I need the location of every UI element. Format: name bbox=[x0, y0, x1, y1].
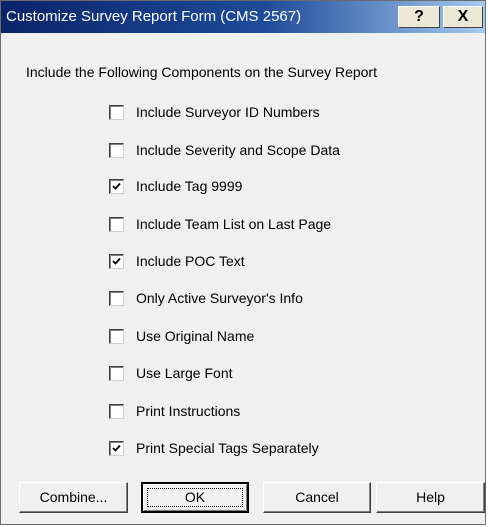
checkbox[interactable] bbox=[109, 403, 124, 419]
help-title-button[interactable]: ? bbox=[398, 6, 440, 28]
option-use-large-font[interactable]: Use Large Font bbox=[109, 363, 233, 383]
option-label: Use Original Name bbox=[136, 328, 255, 344]
option-label: Print Special Tags Separately bbox=[136, 440, 319, 456]
ok-button[interactable]: OK bbox=[141, 482, 249, 513]
checkbox[interactable] bbox=[109, 178, 124, 194]
option-label: Only Active Surveyor's Info bbox=[136, 290, 303, 306]
option-include-surveyor-id[interactable]: Include Surveyor ID Numbers bbox=[109, 102, 320, 122]
option-include-team-list[interactable]: Include Team List on Last Page bbox=[109, 214, 331, 234]
option-include-tag-9999[interactable]: Include Tag 9999 bbox=[109, 176, 242, 196]
checkbox[interactable] bbox=[109, 328, 124, 344]
cancel-button[interactable]: Cancel bbox=[263, 482, 371, 513]
option-print-special-tags[interactable]: Print Special Tags Separately bbox=[109, 438, 319, 458]
window-title: Customize Survey Report Form (CMS 2567) bbox=[6, 8, 302, 25]
option-label: Include Team List on Last Page bbox=[136, 216, 332, 232]
checkmark-icon bbox=[112, 182, 121, 190]
checkbox[interactable] bbox=[109, 216, 124, 232]
checkmark-icon bbox=[112, 444, 121, 452]
option-label: Include Surveyor ID Numbers bbox=[136, 104, 320, 120]
close-button[interactable]: X bbox=[443, 6, 483, 28]
dialog-window: Customize Survey Report Form (CMS 2567) … bbox=[0, 0, 486, 525]
combine-button[interactable]: Combine... bbox=[19, 482, 128, 513]
option-include-severity-scope[interactable]: Include Severity and Scope Data bbox=[109, 140, 340, 160]
option-label: Include Severity and Scope Data bbox=[136, 142, 340, 158]
checkbox[interactable] bbox=[109, 104, 124, 120]
checkbox[interactable] bbox=[109, 142, 124, 158]
checkbox[interactable] bbox=[109, 440, 124, 456]
option-label: Use Large Font bbox=[136, 365, 233, 381]
option-print-instructions[interactable]: Print Instructions bbox=[109, 401, 240, 421]
option-label: Include POC Text bbox=[136, 253, 245, 269]
option-use-original-name[interactable]: Use Original Name bbox=[109, 326, 254, 346]
help-button[interactable]: Help bbox=[376, 482, 485, 513]
focus-rect bbox=[147, 488, 243, 507]
checkbox[interactable] bbox=[109, 253, 124, 269]
title-bar[interactable]: Customize Survey Report Form (CMS 2567) … bbox=[1, 1, 485, 33]
option-label: Include Tag 9999 bbox=[136, 178, 243, 194]
option-include-poc-text[interactable]: Include POC Text bbox=[109, 251, 245, 271]
checkmark-icon bbox=[112, 257, 121, 265]
intro-label: Include the Following Components on the … bbox=[26, 64, 377, 80]
checkbox[interactable] bbox=[109, 290, 124, 306]
checkbox[interactable] bbox=[109, 365, 124, 381]
option-label: Print Instructions bbox=[136, 403, 241, 419]
option-only-active-surveyor[interactable]: Only Active Surveyor's Info bbox=[109, 288, 303, 308]
